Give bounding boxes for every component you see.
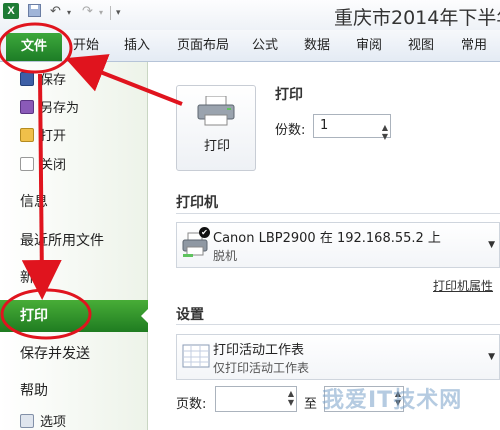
print-scope-main: 打印活动工作表	[213, 343, 305, 358]
sidebar-tab-recent[interactable]: 最近所用文件	[0, 225, 148, 257]
sidebar-cmd-label: 保存	[40, 73, 67, 88]
copies-label: 份数:	[275, 123, 306, 138]
open-folder-icon	[20, 128, 34, 142]
redo-icon[interactable]: ↷	[82, 4, 93, 22]
printer-icon	[197, 96, 235, 126]
sidebar-cmd-label: 选项	[40, 415, 67, 430]
settings-section-title: 设置	[176, 307, 204, 323]
tab-view[interactable]: 视图	[403, 30, 439, 61]
printer-name: Canon LBP2900 在 192.168.55.2 上	[213, 231, 441, 246]
tab-file[interactable]: 文件	[6, 33, 62, 61]
sidebar-cmd-label: 关闭	[40, 158, 67, 173]
printer-status: 脱机	[213, 249, 238, 263]
options-icon	[20, 414, 34, 428]
copies-value: 1	[320, 118, 329, 133]
spin-down-icon[interactable]: ▼	[288, 398, 294, 407]
printer-section-title: 打印机	[176, 195, 218, 211]
sidebar-cmd-save[interactable]: 保存	[20, 70, 66, 92]
worksheet-icon	[182, 344, 210, 368]
pages-label: 页数:	[176, 397, 207, 412]
tab-formulas[interactable]: 公式	[247, 30, 283, 61]
tab-review[interactable]: 审阅	[350, 30, 388, 61]
printer-dropdown[interactable]: ✔ Canon LBP2900 在 192.168.55.2 上 脱机 ▼	[176, 222, 500, 268]
ribbon-tab-bar: 文件 开始 插入 页面布局 公式 数据 审阅 视图 常用	[0, 30, 500, 62]
watermark: 我爱IT技术网	[322, 388, 463, 413]
sidebar-cmd-open[interactable]: 打开	[20, 126, 66, 148]
sidebar-tab-help[interactable]: 帮助	[0, 375, 148, 407]
tab-home[interactable]: 开始	[68, 30, 104, 61]
backstage-sidebar: 保存 另存为 打开 关闭 信息 最近所用文件 新建 打印 保存并发送 帮助 选项	[0, 62, 149, 430]
print-button[interactable]: 打印	[176, 85, 256, 171]
sidebar-tab-info[interactable]: 信息	[0, 186, 148, 218]
printer-properties-link[interactable]: 打印机属性	[433, 277, 493, 294]
quick-access-separator	[110, 6, 111, 20]
save-as-icon	[20, 100, 34, 114]
window-title: 重庆市2014年下半年	[334, 7, 500, 29]
sidebar-tab-print[interactable]: 打印	[0, 300, 149, 332]
quick-save-icon[interactable]	[28, 4, 41, 17]
pages-to-label: 至	[304, 397, 318, 412]
print-scope-sub: 仅打印活动工作表	[213, 361, 310, 375]
print-heading: 打印	[275, 87, 303, 103]
customize-quick-access-icon[interactable]: ▾	[116, 8, 121, 26]
tab-data[interactable]: 数据	[298, 30, 336, 61]
undo-icon[interactable]: ↶	[50, 4, 61, 22]
spin-up-icon[interactable]: ▲	[288, 389, 294, 398]
excel-app-icon[interactable]: X	[3, 3, 19, 19]
tab-common[interactable]: 常用	[456, 30, 492, 61]
sidebar-cmd-options[interactable]: 选项	[20, 412, 66, 430]
tab-insert[interactable]: 插入	[118, 30, 156, 61]
tab-page-layout[interactable]: 页面布局	[172, 30, 234, 61]
sidebar-cmd-save-as[interactable]: 另存为	[20, 98, 79, 120]
section-divider	[176, 324, 500, 325]
sidebar-cmd-label: 另存为	[40, 101, 80, 116]
undo-dropdown-icon[interactable]: ▾	[67, 8, 71, 26]
sidebar-tab-save-send[interactable]: 保存并发送	[0, 338, 148, 370]
save-icon	[20, 72, 34, 86]
sidebar-tab-new[interactable]: 新建	[0, 262, 148, 294]
chevron-down-icon[interactable]: ▼	[488, 352, 495, 362]
copies-stepper[interactable]: 1 ▲ ▼	[313, 114, 391, 141]
section-divider	[176, 213, 500, 214]
print-button-label: 打印	[203, 139, 230, 154]
page-from-input[interactable]: ▲ ▼	[215, 386, 297, 412]
print-pane: 打印 打印 份数: 1 ▲ ▼ 打印机 ✔ Canon LBP2900 在 19…	[149, 62, 500, 430]
sidebar-cmd-close[interactable]: 关闭	[20, 155, 66, 177]
title-bar: X ↶ ▾ ↷ ▾ ▾ 重庆市2014年下半年	[0, 0, 500, 30]
chevron-down-icon[interactable]: ▼	[488, 240, 495, 250]
close-document-icon	[20, 157, 34, 171]
redo-dropdown-icon[interactable]: ▾	[99, 8, 103, 26]
print-scope-dropdown[interactable]: 打印活动工作表 仅打印活动工作表 ▼	[176, 334, 500, 380]
spin-down-icon[interactable]: ▼	[382, 126, 388, 148]
default-printer-check-icon: ✔	[199, 227, 210, 238]
sidebar-cmd-label: 打开	[40, 129, 67, 144]
